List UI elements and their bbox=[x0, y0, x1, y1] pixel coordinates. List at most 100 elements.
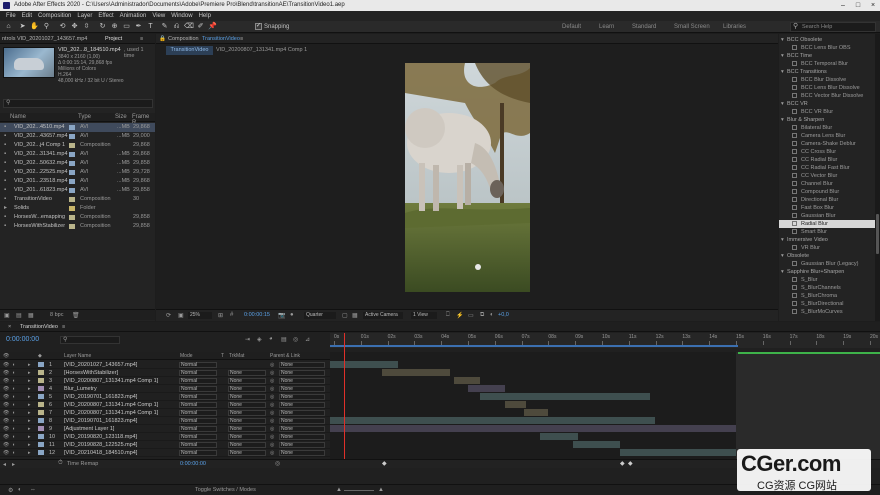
visibility-eye-icon[interactable]: 👁 bbox=[3, 401, 9, 409]
timeline-layer-row[interactable]: 👁 ◖ ▸ 2 [HorsesWithStabilizer] Normal None ◎ Non… bbox=[0, 369, 330, 377]
brush-tool-icon[interactable]: ✎ bbox=[160, 22, 169, 31]
selection-tool-icon[interactable]: ➤ bbox=[18, 22, 27, 31]
view-layout-dropdown[interactable]: 1 View bbox=[411, 312, 437, 319]
zoom-tool-icon[interactable]: ⚲ bbox=[42, 22, 51, 31]
expand-layer-icon[interactable]: ▸ bbox=[28, 393, 31, 401]
visibility-eye-icon[interactable]: 👁 bbox=[3, 441, 9, 449]
time-remap-value[interactable]: 0:00:00:00 bbox=[180, 461, 206, 467]
layer-name[interactable]: Blur_Lumetry bbox=[64, 385, 97, 393]
subtab-transitionvideo[interactable]: TransitionVideo bbox=[166, 46, 213, 55]
effect-category[interactable]: ▾ BCC Time bbox=[779, 52, 875, 60]
project-item[interactable]: ▪ VID_201...23518.mp4 AVI ...MB 29,868 bbox=[0, 177, 155, 186]
effect-category[interactable]: ▾ Obsolete bbox=[779, 252, 875, 260]
effect-item[interactable]: Directional Blur bbox=[779, 196, 875, 204]
timeline-layer-row[interactable]: 👁 ◖ ▸ 12 [VID_20210418_184510.mp4] Normal None… bbox=[0, 449, 330, 457]
expand-layer-icon[interactable]: ▸ bbox=[28, 401, 31, 409]
chevron-down-icon[interactable]: ▾ bbox=[781, 236, 784, 244]
transfer-controls-icon[interactable]: ◐ bbox=[18, 487, 22, 493]
maximize-icon[interactable]: □ bbox=[851, 0, 865, 11]
effect-item[interactable]: Fast Box Blur bbox=[779, 204, 875, 212]
project-item[interactable]: ▪ HorsesWithStabilizer Composition 29,858 bbox=[0, 222, 155, 231]
effect-item[interactable]: Compound Blur bbox=[779, 188, 875, 196]
resolution-dropdown[interactable]: Quarter bbox=[304, 312, 336, 319]
timeline-icon[interactable]: ▭ bbox=[468, 312, 474, 319]
chevron-down-icon[interactable]: ▾ bbox=[781, 36, 784, 44]
new-composition-icon[interactable]: ▦ bbox=[28, 312, 34, 319]
orbit-camera-icon[interactable]: ⟲ bbox=[58, 22, 67, 31]
effect-item[interactable]: CC Cross Blur bbox=[779, 148, 875, 156]
menu-file[interactable]: File bbox=[3, 11, 19, 21]
visibility-eye-icon[interactable]: 👁 bbox=[3, 393, 9, 401]
pickwhip-icon[interactable]: ◎ bbox=[270, 425, 274, 433]
chevron-down-icon[interactable]: ▾ bbox=[781, 268, 784, 276]
layer-mode-dropdown[interactable]: Normal bbox=[179, 442, 217, 448]
composition-tab-name[interactable]: TransitionVideo bbox=[202, 34, 240, 44]
chevron-down-icon[interactable]: ▾ bbox=[781, 100, 784, 108]
workspace-libraries[interactable]: Libraries bbox=[723, 21, 746, 33]
layer-parent-dropdown[interactable]: None bbox=[279, 394, 325, 400]
layer-trkmat-dropdown[interactable]: None bbox=[228, 378, 266, 384]
layer-trkmat-dropdown[interactable]: None bbox=[228, 394, 266, 400]
audio-speaker-icon[interactable]: ◖ bbox=[12, 433, 15, 441]
clone-stamp-icon[interactable]: ⎌ bbox=[172, 22, 181, 31]
visibility-eye-icon[interactable]: 👁 bbox=[3, 409, 9, 417]
pickwhip-icon[interactable]: ◎ bbox=[270, 417, 274, 425]
layer-trkmat-dropdown[interactable]: None bbox=[228, 370, 266, 376]
effect-item[interactable]: Radial Blur bbox=[779, 220, 875, 228]
menu-edit[interactable]: Edit bbox=[19, 11, 35, 21]
layer-duration-bar[interactable] bbox=[330, 361, 398, 368]
pickwhip-icon[interactable]: ◎ bbox=[270, 409, 274, 417]
workspace-learn[interactable]: Learn bbox=[599, 21, 614, 33]
menu-animation[interactable]: Animation bbox=[117, 11, 150, 21]
effect-item[interactable]: Gaussian Blur (Legacy) bbox=[779, 260, 875, 268]
layer-parent-dropdown[interactable]: None bbox=[279, 402, 325, 408]
new-folder-icon[interactable]: ▤ bbox=[16, 312, 22, 319]
effect-item[interactable]: S_BlurMoCurves bbox=[779, 308, 875, 316]
pickwhip-icon[interactable]: ◎ bbox=[270, 393, 274, 401]
effect-item[interactable]: Gaussian Blur bbox=[779, 212, 875, 220]
snapping-checkbox[interactable]: ✓ bbox=[255, 23, 262, 30]
layer-parent-dropdown[interactable]: None bbox=[279, 386, 325, 392]
visibility-eye-icon[interactable]: 👁 bbox=[3, 417, 9, 425]
layer-duration-bar[interactable] bbox=[480, 393, 650, 400]
expand-layer-icon[interactable]: ▸ bbox=[28, 369, 31, 377]
layer-trkmat-dropdown[interactable]: None bbox=[228, 442, 266, 448]
audio-speaker-icon[interactable]: ◖ bbox=[12, 441, 15, 449]
layer-duration-bar[interactable] bbox=[468, 385, 505, 392]
layer-mode-dropdown[interactable]: Normal bbox=[179, 370, 217, 376]
layer-mode-dropdown[interactable]: Normal bbox=[179, 434, 217, 440]
layer-name[interactable]: [HorsesWithStabilizer] bbox=[64, 369, 118, 377]
layer-name[interactable]: [Adjustment Layer 1] bbox=[64, 425, 114, 433]
effect-item[interactable]: Smart Blur bbox=[779, 228, 875, 236]
timeline-current-time[interactable]: 0:00:00:00 bbox=[6, 336, 39, 343]
pickwhip-icon[interactable]: ◎ bbox=[270, 449, 274, 457]
effect-category[interactable]: ▾ BCC VR bbox=[779, 100, 875, 108]
pickwhip-icon[interactable]: ◎ bbox=[270, 361, 274, 369]
pickwhip-icon[interactable]: ◎ bbox=[270, 369, 274, 377]
magnification-dropdown[interactable]: 25% bbox=[188, 312, 212, 319]
audio-speaker-icon[interactable]: ◖ bbox=[12, 393, 15, 401]
layer-trkmat-dropdown[interactable]: None bbox=[228, 410, 266, 416]
keyframe-icon[interactable]: ◆ bbox=[628, 460, 633, 467]
interpret-footage-icon[interactable]: ▣ bbox=[4, 312, 10, 319]
visibility-eye-icon[interactable]: 👁 bbox=[3, 369, 9, 377]
layer-parent-dropdown[interactable]: None bbox=[279, 450, 325, 456]
label-color-chip[interactable] bbox=[69, 170, 75, 175]
label-color-chip[interactable] bbox=[69, 215, 75, 220]
layer-mode-dropdown[interactable]: Normal bbox=[179, 362, 217, 368]
rectangle-tool-icon[interactable]: ▭ bbox=[122, 22, 131, 31]
layer-duration-bar[interactable] bbox=[540, 433, 578, 440]
audio-speaker-icon[interactable]: ◖ bbox=[12, 369, 15, 377]
effect-item[interactable]: BCC Lens Blur Dissolve bbox=[779, 84, 875, 92]
zoom-out-icon[interactable]: ▲ bbox=[336, 487, 342, 493]
puppet-pin-icon[interactable]: 📌 bbox=[208, 22, 217, 31]
timeline-layer-row[interactable]: 👁 ◖ ▸ 3 [VID_20200807_131341.mp4 Comp 1] Norm… bbox=[0, 377, 330, 385]
render-icon[interactable]: ▣ bbox=[178, 312, 184, 319]
effect-item[interactable]: Bilateral Blur bbox=[779, 124, 875, 132]
keyframe-icon[interactable]: ◆ bbox=[620, 460, 625, 467]
effect-item[interactable]: BCC Vector Blur Dissolve bbox=[779, 92, 875, 100]
label-color-chip[interactable] bbox=[69, 188, 75, 193]
expand-layer-icon[interactable]: ▸ bbox=[28, 449, 31, 457]
effect-item[interactable]: BCC VR Blur bbox=[779, 108, 875, 116]
layer-trkmat-dropdown[interactable]: None bbox=[228, 418, 266, 424]
